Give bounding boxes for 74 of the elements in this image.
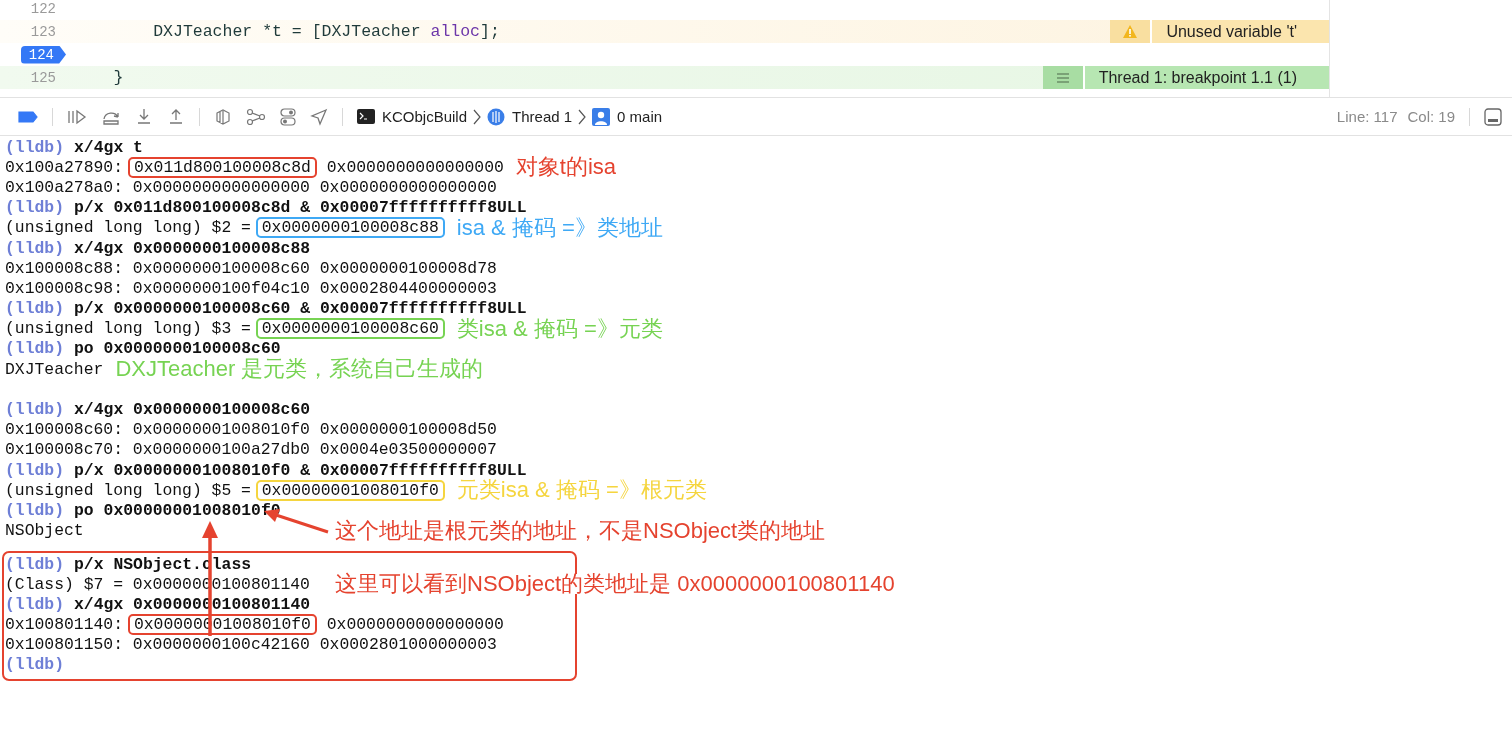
console-output: 0x100801140:	[5, 615, 125, 635]
chevron-icon	[473, 108, 482, 125]
console-command: p/x 0x011d800100008c8d & 0x00007ffffffffff8ULL	[74, 198, 527, 218]
thread-icon	[487, 107, 506, 126]
console-command: x/4gx 0x0000000100008c60	[74, 400, 311, 420]
console-output: 0x0000000000000000	[325, 157, 504, 177]
lldb-prompt: (lldb)	[5, 339, 65, 359]
highlighted-value: 0x0000000100008c60	[255, 318, 445, 340]
terminal-icon	[357, 109, 375, 124]
line-number: 123	[30, 23, 56, 40]
annotation-note: 类isa & 掩码 =》元类	[456, 318, 663, 339]
code-line: }	[112, 68, 124, 87]
console-output: (unsigned long long) $3 =	[5, 319, 252, 339]
console-output: 0x100008c70: 0x0000000100a27db0 0x0004e03500000007	[5, 440, 497, 460]
step-out-icon[interactable]	[167, 107, 185, 126]
annotation-note: 这里可以看到NSObject的类地址是 0x0000000100801140	[335, 574, 895, 595]
nodes-icon[interactable]	[246, 107, 266, 126]
line-indicator: Line: 117	[1336, 108, 1398, 125]
console-output: 0x100008c88: 0x0000000100008c60 0x0000000100008d78	[5, 258, 497, 278]
console-command: po 0x00000001008010f0	[74, 500, 281, 520]
breakpoints-toggle-icon[interactable]	[18, 110, 38, 123]
lldb-prompt: (lldb)	[5, 400, 65, 420]
annotation-note: DXJTeacher 是元类，系统自己生成的	[115, 359, 484, 380]
breakpoint-marker[interactable]: 124	[20, 45, 66, 64]
lldb-prompt: (lldb)	[5, 137, 65, 157]
highlighted-value: 0x011d800100008c8d	[127, 156, 317, 178]
lldb-prompt: (lldb)	[5, 594, 65, 614]
console-output: DXJTeacher	[5, 359, 104, 379]
toggles-icon[interactable]	[280, 107, 296, 126]
breadcrumb-item[interactable]: 0 main	[592, 107, 663, 126]
chevron-icon	[578, 108, 587, 125]
lldb-prompt: (lldb)	[5, 500, 65, 520]
console-command: p/x 0x0000000100008c60 & 0x00007ffffffffff8ULL	[74, 299, 527, 319]
highlighted-value: 0x00000001008010f0	[255, 479, 445, 501]
lldb-prompt: (lldb)	[5, 460, 65, 480]
lldb-prompt: (lldb)	[5, 198, 65, 218]
breadcrumb-item[interactable]: Thread 1	[487, 107, 573, 126]
console-output: 0x100a27890:	[5, 157, 125, 177]
console-output: 0x100801150: 0x0000000100c42160 0x0002801000000003	[5, 635, 497, 655]
console-command: po 0x0000000100008c60	[74, 339, 281, 359]
annotation-note: isa & 掩码 =》类地址	[456, 217, 663, 238]
code-line: DXJTeacher *t = [DXJTeacher alloc];	[152, 22, 500, 41]
annotation-note: 对象t的isa	[515, 157, 617, 178]
console-output: (unsigned long long) $2 =	[5, 218, 252, 238]
person-icon	[592, 107, 611, 126]
console-command: x/4gx t	[74, 137, 143, 157]
layers-icon[interactable]	[214, 107, 232, 126]
lldb-prompt: (lldb)	[5, 299, 65, 319]
menu-icon	[1055, 72, 1070, 83]
step-into-icon[interactable]	[135, 107, 153, 126]
annotation-note: 这个地址是根元类的地址，不是NSObject类的地址	[335, 520, 826, 541]
console-output: 0x0000000000000000	[325, 615, 504, 635]
console-output: 0x100a278a0: 0x0000000000000000 0x0000000000000000	[5, 177, 497, 197]
lldb-prompt: (lldb)	[5, 238, 65, 258]
console-command: p/x 0x00000001008010f0 & 0x00007ffffffffff8ULL	[74, 460, 527, 480]
console-command: x/4gx 0x0000000100008c88	[74, 238, 311, 258]
lldb-prompt: (lldb)	[5, 554, 65, 574]
line-number: 122	[30, 0, 56, 17]
console-output: NSObject	[5, 521, 84, 541]
column-indicator: Col: 19	[1407, 108, 1455, 125]
continue-icon[interactable]	[67, 108, 87, 125]
console-output: 0x100008c98: 0x0000000100f04c10 0x0002804400000003	[5, 278, 497, 298]
line-number: 125	[30, 69, 56, 86]
issue-annotation[interactable]: Thread 1: breakpoint 1.1 (1)	[1042, 66, 1329, 89]
console-output: (unsigned long long) $5 =	[5, 480, 252, 500]
location-arrow-icon[interactable]	[310, 107, 328, 126]
breadcrumb-item[interactable]: KCObjcBuild	[357, 108, 468, 125]
issue-annotation[interactable]: Unused variable 't'	[1110, 20, 1329, 43]
console-output: 0x100008c60: 0x00000001008010f0 0x0000000100008d50	[5, 420, 497, 440]
panel-toggle-icon[interactable]	[1484, 107, 1502, 126]
annotation-note: 元类isa & 掩码 =》根元类	[456, 480, 707, 501]
highlighted-value: 0x0000000100008c88	[255, 217, 445, 239]
lldb-prompt: (lldb)	[5, 655, 65, 675]
warning-icon	[1122, 24, 1139, 39]
